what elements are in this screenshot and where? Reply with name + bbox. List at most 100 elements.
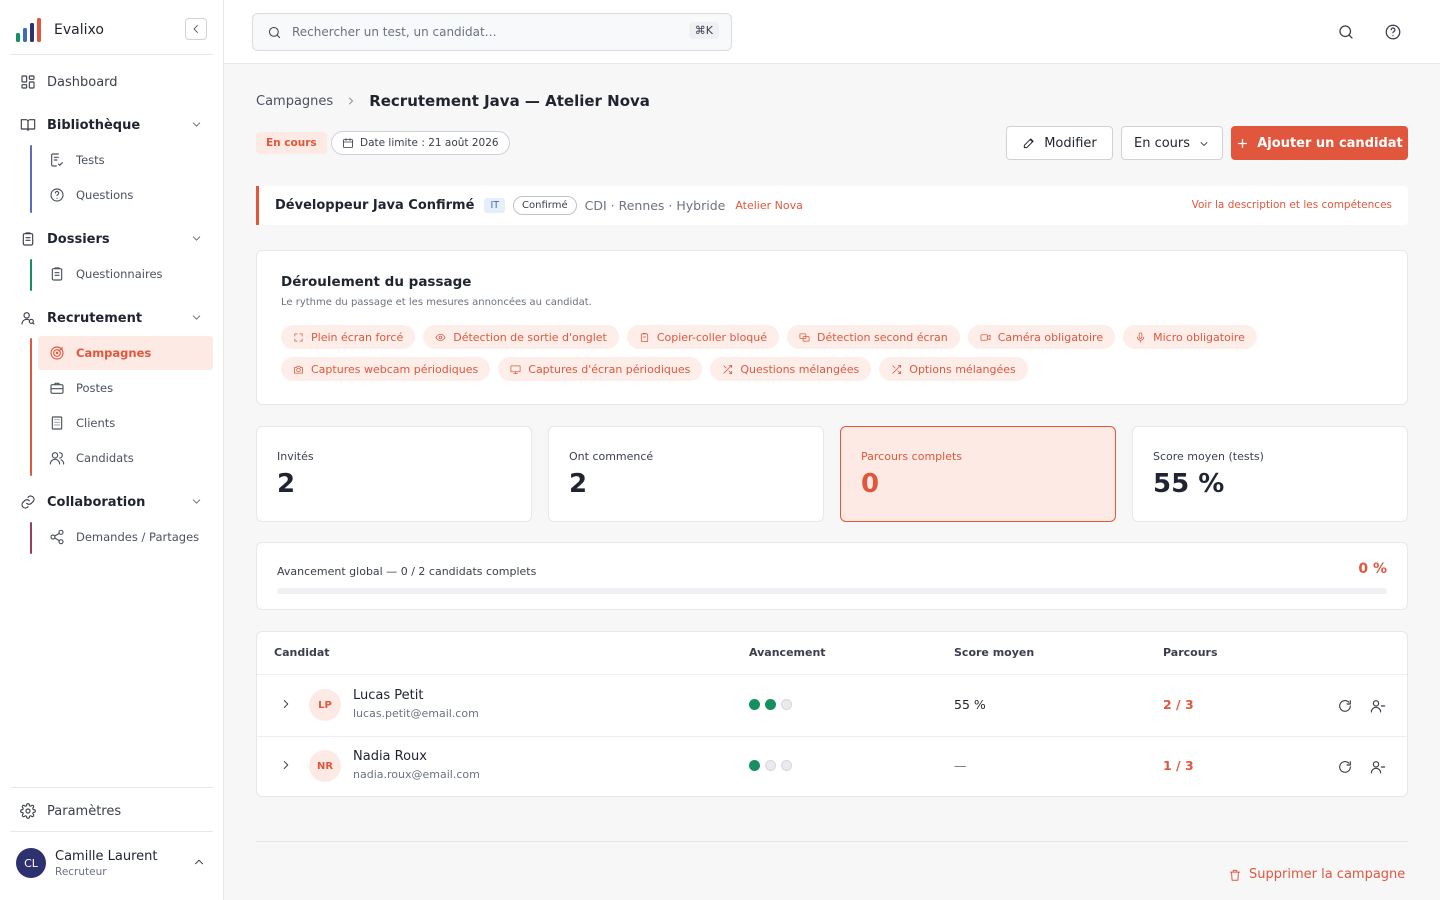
stat-invites: Invités 2: [256, 426, 532, 522]
search-input[interactable]: [292, 25, 672, 39]
chevron-right-icon: [349, 97, 354, 105]
monitor-icon: [510, 364, 521, 374]
nav-questions[interactable]: Questions: [38, 178, 213, 212]
progress-dots: [749, 760, 792, 771]
user-name: Camille Laurent: [55, 849, 158, 864]
stat-average-score: Score moyen (tests) 55 %: [1132, 426, 1408, 522]
nav-dashboard[interactable]: Dashboard: [20, 70, 118, 94]
nav-group-line: [30, 145, 32, 213]
user-remove-icon[interactable]: [1370, 759, 1386, 775]
search-box[interactable]: ⌘K: [252, 13, 732, 51]
nav-recrutement[interactable]: Recrutement: [20, 306, 210, 330]
nav-group-line: [30, 338, 32, 476]
gear-icon: [20, 803, 36, 819]
video-icon: [980, 333, 991, 341]
job-description-link[interactable]: Voir la description et les compétences: [1192, 199, 1392, 211]
user-role: Recruteur: [55, 866, 107, 878]
add-candidate-label: Ajouter un candidat: [1257, 135, 1403, 151]
shuffle-icon: [892, 364, 902, 374]
building-icon: [51, 416, 63, 430]
test-doc-icon: [51, 153, 63, 167]
nav-bibliotheque[interactable]: Bibliothèque: [20, 113, 210, 137]
candidate-name: Lucas Petit: [353, 688, 424, 703]
job-client[interactable]: Atelier Nova: [735, 199, 803, 212]
nav-collaboration[interactable]: Collaboration: [20, 490, 210, 514]
table-row[interactable]: LP Lucas Petit lucas.petit@email.com 55 …: [257, 675, 1407, 736]
brand[interactable]: Evalixo: [16, 16, 104, 44]
calendar-icon: [343, 138, 353, 148]
edit-button-label: Modifier: [1044, 135, 1097, 151]
stat-label: Parcours complets: [861, 450, 963, 463]
add-candidate-button[interactable]: Ajouter un candidat: [1231, 126, 1408, 160]
breadcrumb-parent[interactable]: Campagnes: [256, 94, 333, 109]
candidate-score: 55 %: [954, 697, 986, 712]
nav-dossiers[interactable]: Dossiers: [20, 227, 210, 251]
edit-button[interactable]: Modifier: [1006, 126, 1113, 160]
nav-campagnes-label: Campagnes: [76, 346, 152, 360]
table-row[interactable]: NR Nadia Roux nadia.roux@email.com — 1 /…: [257, 736, 1407, 797]
candidate-parcours: 1 / 3: [1163, 758, 1194, 773]
chip-label: Copier-coller bloqué: [656, 330, 768, 344]
chevron-down-icon: [192, 499, 201, 504]
progress-label: Avancement global — 0 / 2 candidats comp…: [277, 565, 537, 578]
nav-settings[interactable]: Paramètres: [20, 803, 121, 819]
col-header-candidat: Candidat: [274, 646, 330, 659]
stat-label: Ont commencé: [569, 450, 654, 463]
candidate-score: —: [954, 758, 967, 773]
nav-clients[interactable]: Clients: [38, 406, 213, 440]
search-icon[interactable]: [1337, 23, 1355, 41]
help-icon[interactable]: [1384, 23, 1402, 41]
global-progress: Avancement global — 0 / 2 candidats comp…: [256, 542, 1408, 610]
status-select[interactable]: En cours: [1121, 126, 1223, 160]
chevron-down-icon: [1200, 142, 1208, 146]
main-content: Campagnes Recrutement Java — Atelier Nov…: [224, 64, 1440, 900]
chip-label: Détection second écran: [817, 330, 948, 344]
nav-tests[interactable]: Tests: [38, 143, 213, 177]
chip-webcam-captures: Captures webcam périodiques: [281, 357, 491, 381]
collapse-sidebar-button[interactable]: [185, 18, 207, 40]
nav-campagnes[interactable]: Campagnes: [38, 336, 213, 370]
stat-complete: Parcours complets 0: [840, 426, 1116, 522]
search-shortcut: ⌘K: [688, 22, 719, 39]
job-summary: Développeur Java Confirmé IT Confirmé CD…: [256, 186, 1408, 225]
plus-icon: [1238, 138, 1248, 148]
refresh-icon[interactable]: [1337, 698, 1353, 714]
nav-candidats[interactable]: Candidats: [38, 441, 213, 475]
nav-group-line: [30, 522, 32, 554]
chevron-left-icon: [193, 25, 198, 33]
briefcase-icon: [50, 382, 64, 394]
page-title: Recrutement Java — Atelier Nova: [369, 92, 650, 110]
nav-demandes-label: Demandes / Partages: [76, 530, 200, 544]
grid-icon: [21, 75, 35, 89]
chevron-right-icon[interactable]: [279, 758, 293, 772]
chip-copy-paste: Copier-coller bloqué: [626, 325, 780, 349]
fullscreen-icon: [294, 332, 303, 342]
nav-dossiers-label: Dossiers: [47, 231, 110, 247]
book-icon: [20, 119, 36, 131]
camera-icon: [293, 365, 304, 374]
share-icon: [50, 529, 64, 545]
nav-questionnaires[interactable]: Questionnaires: [38, 257, 213, 291]
user-menu[interactable]: CL Camille Laurent Recruteur: [16, 847, 208, 881]
chip-label: Caméra obligatoire: [997, 330, 1104, 344]
candidate-email: nadia.roux@email.com: [353, 768, 480, 781]
chip-label: Questions mélangées: [740, 362, 860, 376]
candidate-name: Nadia Roux: [353, 749, 427, 764]
progress-track: [277, 588, 1387, 594]
chevron-right-icon[interactable]: [279, 697, 293, 711]
nav-postes[interactable]: Postes: [38, 371, 213, 405]
chip-label: Détection de sortie d'onglet: [453, 330, 607, 344]
chevron-up-icon: [195, 859, 203, 865]
delete-campaign-button[interactable]: Supprimer la campagne: [1228, 867, 1405, 882]
user-remove-icon[interactable]: [1370, 698, 1386, 714]
topbar: ⌘K: [224, 0, 1440, 64]
progress-dot: [749, 699, 760, 710]
stat-label: Invités: [277, 450, 314, 463]
candidate-email: lucas.petit@email.com: [353, 707, 479, 720]
sidebar: Evalixo Dashboard Bibliothèque Tests Que…: [0, 0, 224, 900]
job-meta: CDI · Rennes · Hybride: [584, 198, 726, 213]
chevron-down-icon: [192, 236, 201, 241]
nav-demandes-partages[interactable]: Demandes / Partages: [38, 520, 213, 554]
refresh-icon[interactable]: [1337, 759, 1353, 775]
divider: [256, 841, 1408, 842]
